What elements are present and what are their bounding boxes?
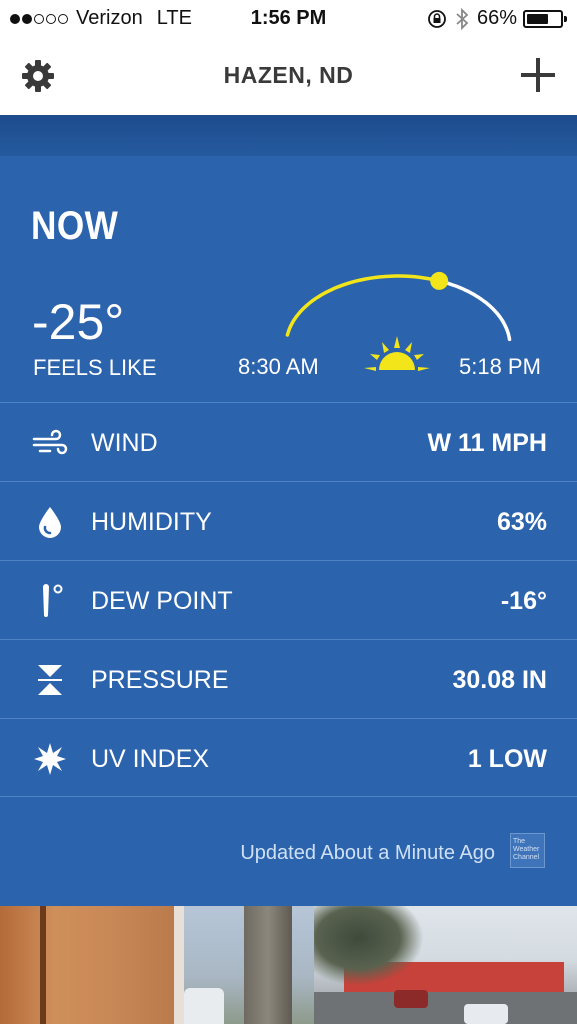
feels-like-temperature: -25° xyxy=(32,294,125,350)
bluetooth-icon xyxy=(455,7,469,30)
condition-value: -16° xyxy=(500,587,547,615)
battery-fill xyxy=(527,13,548,24)
sunrise-sun-icon xyxy=(364,336,430,371)
condition-row-uv-index[interactable]: UV INDEX 1 LOW xyxy=(0,718,577,797)
photo-thumbnail[interactable] xyxy=(0,906,184,1024)
thermometer-icon xyxy=(32,583,68,619)
pressure-icon xyxy=(32,662,68,698)
condition-value: W 11 MPH xyxy=(427,429,547,457)
last-updated-text: Updated About a Minute Ago xyxy=(240,842,495,864)
plus-icon xyxy=(521,58,555,92)
photo-thumbnail[interactable] xyxy=(314,906,577,1024)
weather-app-screen: Verizon LTE 1:56 PM 66% HAZEN, ND NOW -2… xyxy=(0,0,577,1024)
condition-value: 30.08 IN xyxy=(452,666,547,694)
condition-label: HUMIDITY xyxy=(91,508,212,536)
current-conditions-card: NOW -25° FEELS LIKE 8:30 AM 5:18 PM WIND… xyxy=(0,156,577,906)
location-title[interactable]: HAZEN, ND xyxy=(0,62,577,89)
weather-channel-logo[interactable]: The Weather Channel xyxy=(510,833,545,868)
wind-icon xyxy=(32,425,68,461)
header-gradient-strip xyxy=(0,115,577,156)
status-right: 66% xyxy=(427,7,567,30)
droplet-icon xyxy=(32,504,68,540)
condition-label: UV INDEX xyxy=(91,745,210,773)
sun-path-elapsed xyxy=(285,274,441,337)
battery-percent: 66% xyxy=(476,7,517,29)
nav-bar: HAZEN, ND xyxy=(0,38,577,115)
now-heading: NOW xyxy=(31,204,119,248)
condition-label: WIND xyxy=(91,429,158,457)
sunrise-time: 8:30 AM xyxy=(238,354,319,379)
photo-thumbnail[interactable] xyxy=(184,906,314,1024)
rotation-lock-icon xyxy=(427,9,447,29)
sun-position-marker xyxy=(430,271,449,290)
sun-burst-icon xyxy=(32,741,68,777)
condition-value: 63% xyxy=(496,508,547,536)
condition-label: PRESSURE xyxy=(91,666,229,694)
condition-value: 1 LOW xyxy=(467,745,547,773)
photo-strip[interactable] xyxy=(0,906,577,1024)
condition-label: DEW POINT xyxy=(91,587,233,615)
status-bar: Verizon LTE 1:56 PM 66% xyxy=(0,0,577,38)
sunset-time: 5:18 PM xyxy=(459,354,541,379)
conditions-list: WIND W 11 MPH HUMIDITY 63% DEW POINT -16… xyxy=(0,402,577,797)
add-location-button[interactable] xyxy=(519,56,557,94)
feels-like-label: FEELS LIKE xyxy=(33,355,157,380)
condition-row-dew-point[interactable]: DEW POINT -16° xyxy=(0,560,577,639)
condition-row-humidity[interactable]: HUMIDITY 63% xyxy=(0,481,577,560)
battery-icon xyxy=(523,9,567,28)
condition-row-wind[interactable]: WIND W 11 MPH xyxy=(0,402,577,481)
condition-row-pressure[interactable]: PRESSURE 30.08 IN xyxy=(0,639,577,718)
sun-path-remaining xyxy=(437,279,512,342)
